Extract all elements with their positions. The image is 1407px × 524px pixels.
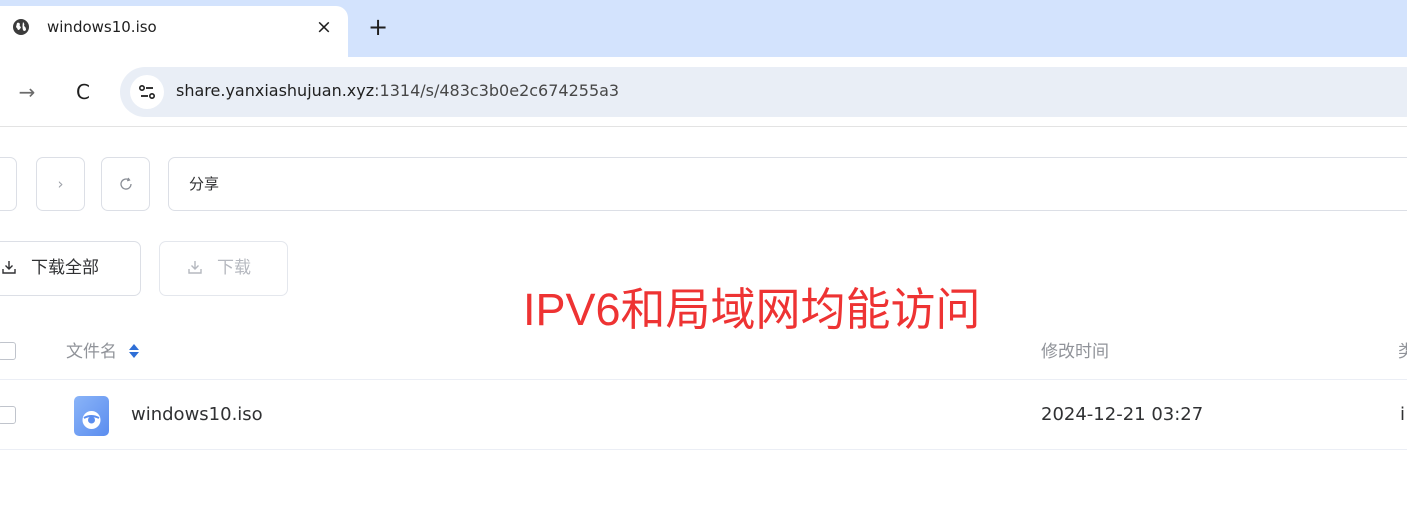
file-modified: 2024-12-21 03:27 bbox=[1041, 404, 1204, 425]
forward-nav-button[interactable]: › bbox=[36, 157, 85, 211]
column-modified-header[interactable]: 修改时间 bbox=[1041, 341, 1109, 363]
tab-title: windows10.iso bbox=[47, 18, 157, 36]
share-page: › 分享 下载全部 下载 IPV6和局域网均能访问 文件名 修改时间 类 win… bbox=[0, 128, 1407, 524]
globe-icon bbox=[13, 19, 29, 35]
refresh-button[interactable] bbox=[101, 157, 150, 211]
tune-icon bbox=[139, 85, 155, 99]
url-host: share.yanxiashujuan.xyz bbox=[176, 81, 375, 100]
download-icon bbox=[2, 261, 16, 274]
refresh-icon bbox=[119, 177, 132, 190]
download-label: 下载 bbox=[217, 258, 251, 278]
download-all-label: 下载全部 bbox=[31, 258, 99, 278]
path-input[interactable]: 分享 bbox=[168, 157, 1407, 211]
back-button[interactable] bbox=[0, 157, 17, 211]
tab-strip: windows10.iso × + bbox=[0, 0, 1407, 57]
sort-icon[interactable] bbox=[128, 343, 140, 359]
row-checkbox[interactable] bbox=[0, 406, 16, 424]
url-path: :1314/s/483c3b0e2c674255a3 bbox=[374, 81, 620, 100]
reload-button[interactable]: C bbox=[68, 77, 98, 107]
column-name-header[interactable]: 文件名 bbox=[66, 341, 140, 363]
file-type: i bbox=[1400, 404, 1406, 425]
browser-tab[interactable]: windows10.iso × bbox=[0, 6, 348, 57]
download-icon bbox=[188, 261, 202, 274]
download-button[interactable]: 下载 bbox=[159, 241, 288, 296]
address-bar[interactable]: share.yanxiashujuan.xyz:1314/s/483c3b0e2… bbox=[120, 67, 1407, 117]
table-row[interactable]: windows10.iso 2024-12-21 03:27 i bbox=[0, 380, 1407, 450]
forward-button[interactable]: → bbox=[12, 77, 42, 107]
disc-image-file-icon bbox=[74, 396, 109, 436]
download-all-button[interactable]: 下载全部 bbox=[0, 241, 141, 296]
column-name-label: 文件名 bbox=[66, 342, 117, 362]
tab-close-button[interactable]: × bbox=[312, 15, 336, 39]
select-all-checkbox[interactable] bbox=[0, 342, 16, 360]
table-header: 文件名 修改时间 类 bbox=[0, 322, 1407, 380]
column-type-header[interactable]: 类 bbox=[1398, 341, 1407, 363]
site-info-button[interactable] bbox=[130, 75, 164, 109]
new-tab-button[interactable]: + bbox=[364, 14, 392, 42]
file-name[interactable]: windows10.iso bbox=[131, 404, 263, 426]
browser-toolbar: → C share.yanxiashujuan.xyz:1314/s/483c3… bbox=[0, 57, 1407, 127]
url-text[interactable]: share.yanxiashujuan.xyz:1314/s/483c3b0e2… bbox=[176, 81, 619, 101]
